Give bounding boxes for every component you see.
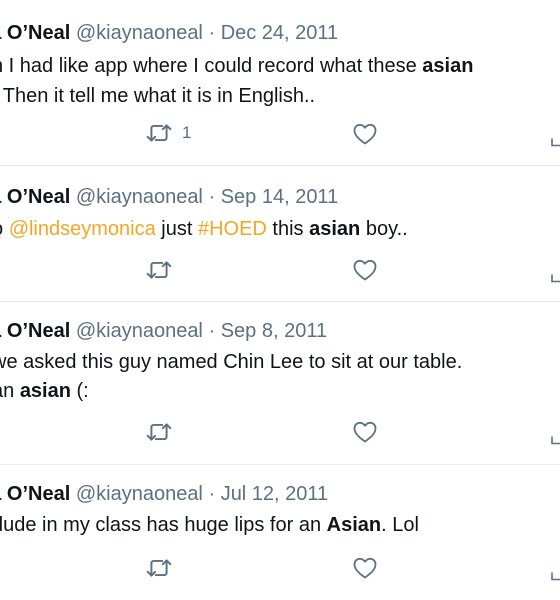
author-name[interactable]: na O’Neal [0,22,70,44]
separator-dot: · [208,483,216,505]
share-button[interactable] [550,134,560,148]
retweet-button[interactable] [146,421,182,443]
highlighted-term: Asian [326,514,382,536]
like-button[interactable] [353,421,377,443]
author-handle[interactable]: @kiaynaoneal [76,186,203,208]
tweet[interactable]: na O’Neal @kiaynaoneal · Sep 14, 2011 o … [0,166,560,301]
tweet-text-line: n I had like app where I could record wh… [0,52,473,80]
tweet-date[interactable]: Sep 14, 2011 [221,186,339,208]
text-segment: . Then it tell me what it is in English.… [0,85,316,107]
retweet-count: 1 [182,123,192,142]
author-name[interactable]: na O’Neal [0,483,70,505]
text-segment: (: [70,380,89,402]
author-handle[interactable]: @kiaynaoneal [76,22,203,44]
tweet-header: na O’Neal @kiaynaoneal · Jul 12, 2011 [0,482,328,506]
heart-icon [353,557,377,579]
retweet-button[interactable]: 1 [146,122,191,144]
share-icon [550,271,560,288]
tweet-text-line: an asian (: [0,377,89,405]
tweet[interactable]: na O’Neal @kiaynaoneal · Sep 8, 2011 we … [0,302,560,464]
tweet-date[interactable]: Jul 12, 2011 [221,483,329,505]
separator-dot: · [208,22,216,44]
text-segment: we asked this guy named Chin Lee to sit … [0,351,463,373]
separator-dot: · [208,320,216,342]
text-segment: . Lol [381,514,419,536]
retweet-button[interactable] [146,557,182,579]
share-icon [550,135,560,152]
tweet-text-line: dude in my class has huge lips for an As… [0,511,419,539]
text-segment: just [155,218,198,240]
heart-icon [353,421,377,443]
text-segment: boy.. [360,218,408,240]
share-icon [550,433,560,450]
text-segment: o [0,218,9,240]
tweet-date[interactable]: Dec 24, 2011 [221,22,339,44]
highlighted-term: asian [309,218,361,240]
share-button[interactable] [550,432,560,446]
tweet[interactable]: na O’Neal @kiaynaoneal · Jul 12, 2011 du… [0,465,560,600]
author-handle[interactable]: @kiaynaoneal [76,483,203,505]
tweet-text-line: we asked this guy named Chin Lee to sit … [0,348,462,376]
author-name[interactable]: na O’Neal [0,186,70,208]
heart-icon [353,259,377,281]
author-name[interactable]: na O’Neal [0,320,70,342]
retweet-icon [146,122,172,144]
text-segment: an [0,380,15,402]
tweet-date[interactable]: Sep 8, 2011 [221,320,327,342]
text-segment: n I had like app where I could record wh… [0,55,423,77]
mention-link[interactable]: @lindseymonica [9,218,156,240]
share-button[interactable] [550,568,560,582]
highlighted-term: asian [422,55,474,77]
like-button[interactable] [353,557,377,579]
share-icon [550,569,560,586]
hashtag-link[interactable]: #HOED [198,218,267,240]
retweet-icon [146,259,172,281]
heart-icon [353,123,377,145]
like-button[interactable] [353,259,377,281]
retweet-icon [146,421,172,443]
retweet-icon [146,557,172,579]
author-handle[interactable]: @kiaynaoneal [76,320,203,342]
tweet[interactable]: na O’Neal @kiaynaoneal · Dec 24, 2011 n … [0,0,560,165]
retweet-button[interactable] [146,259,182,281]
tweet-header: na O’Neal @kiaynaoneal · Sep 14, 2011 [0,185,338,209]
tweet-text-line: . Then it tell me what it is in English.… [0,82,315,110]
text-segment: this [266,218,310,240]
highlighted-term: asian [19,380,71,402]
tweet-header: na O’Neal @kiaynaoneal · Sep 8, 2011 [0,319,327,343]
share-button[interactable] [550,270,560,284]
tweet-header: na O’Neal @kiaynaoneal · Dec 24, 2011 [0,21,338,45]
tweet-feed: na O’Neal @kiaynaoneal · Dec 24, 2011 n … [0,0,560,600]
like-button[interactable] [353,123,377,145]
text-segment: dude in my class has huge lips for an [0,514,327,536]
separator-dot: · [208,186,216,208]
tweet-text-line: o @lindseymonica just #HOED this asian b… [0,215,408,243]
